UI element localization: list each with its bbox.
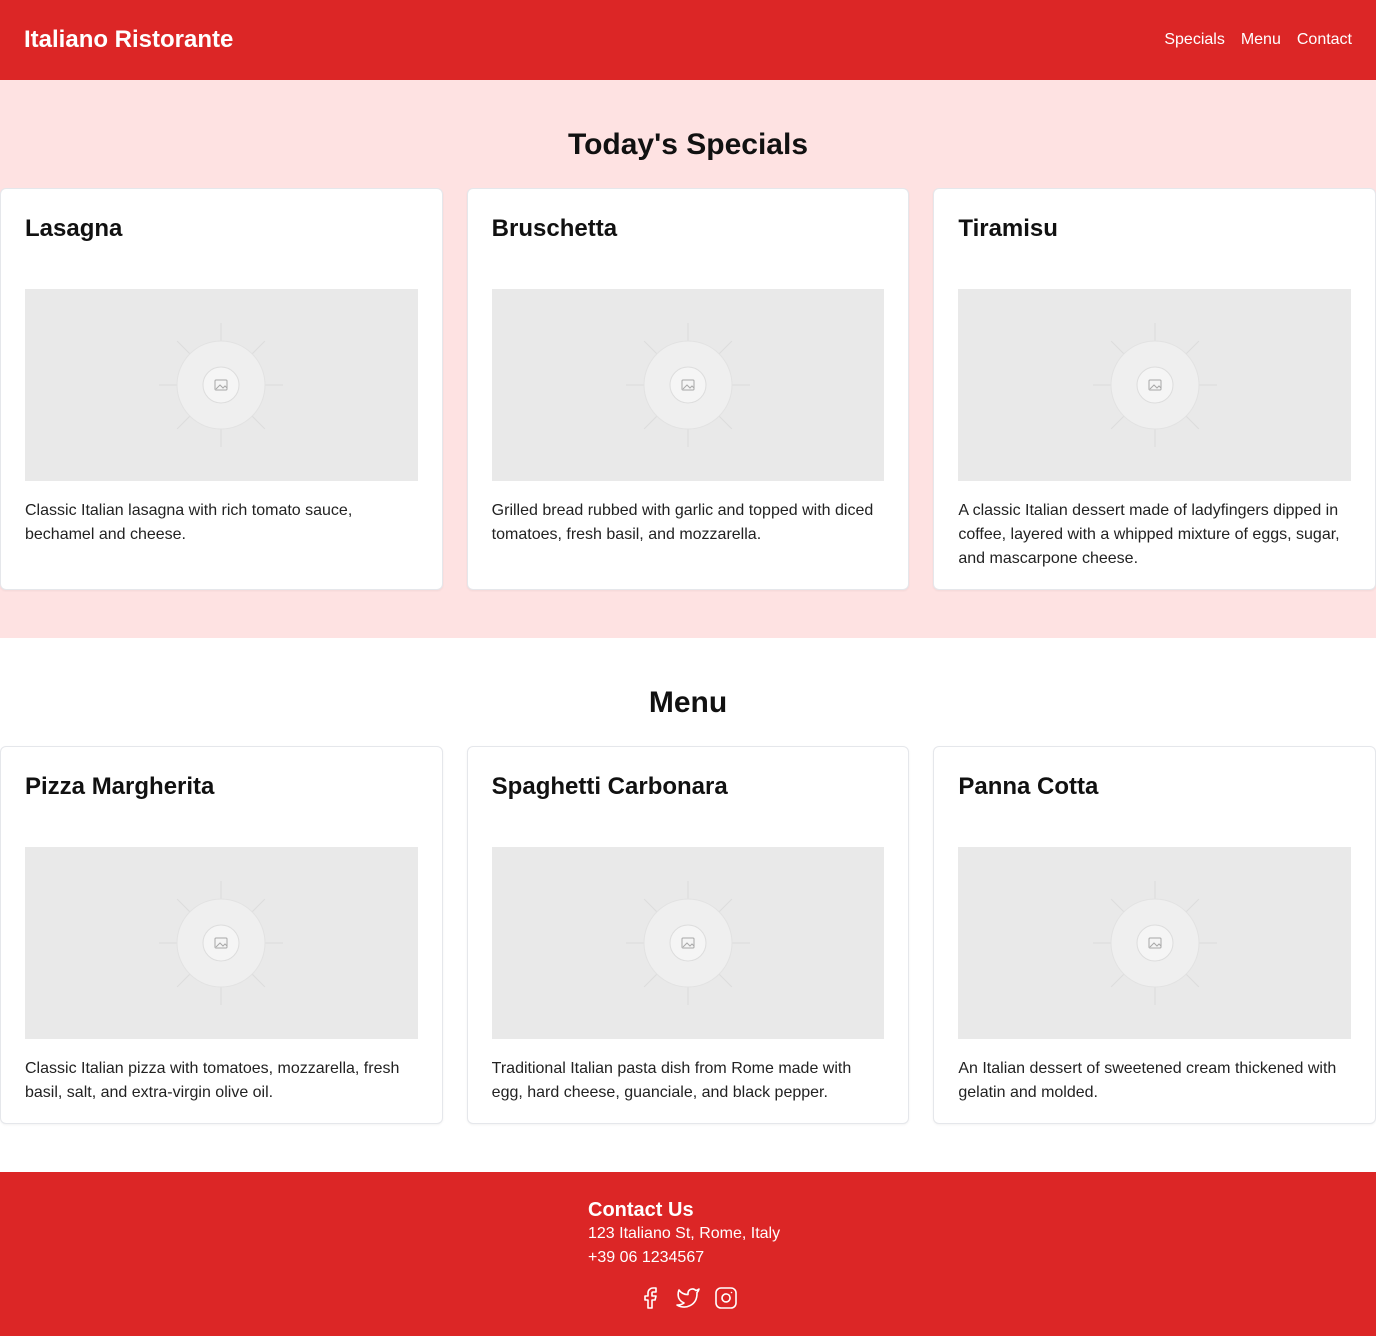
specials-section: Today's Specials Lasagna Classic Italian… (0, 80, 1376, 638)
image-icon (626, 881, 750, 1005)
main-nav: Specials Menu Contact (1164, 31, 1352, 49)
card-description: Classic Italian pizza with tomatoes, moz… (25, 1060, 400, 1101)
special-card: Tiramisu A classic Italian dessert made … (933, 188, 1376, 590)
image-icon (1092, 323, 1217, 447)
card-title: Bruschetta (491, 215, 618, 242)
nav-link-contact[interactable]: Contact (1297, 31, 1352, 49)
card-description: Classic Italian lasagna with rich tomato… (25, 502, 353, 543)
brand-logo[interactable]: Italiano Ristorante (24, 26, 233, 54)
twitter-icon[interactable] (676, 1286, 700, 1310)
nav-link-menu[interactable]: Menu (1241, 31, 1281, 49)
special-card: Bruschetta Grilled bread rubbed with gar… (466, 188, 910, 590)
specials-cards: Lasagna Classic Italian lasagna with ric… (0, 188, 1376, 590)
card-title: Spaghetti Carbonara (491, 773, 728, 800)
card-description: Grilled bread rubbed with garlic and top… (491, 502, 874, 543)
menu-card: Pizza Margherita Classic Italian pizza w… (0, 746, 443, 1124)
facebook-icon[interactable] (638, 1286, 662, 1310)
image-placeholder (491, 847, 885, 1039)
footer-title: Contact Us (588, 1199, 694, 1221)
image-placeholder (25, 289, 418, 481)
menu-card: Panna Cotta An Italian dessert of sweete… (933, 746, 1376, 1124)
card-description: An Italian dessert of sweetened cream th… (958, 1060, 1337, 1101)
footer-phone: +39 06 1234567 (588, 1249, 705, 1266)
social-links (638, 1286, 738, 1310)
contact-block: Contact Us 123 Italiano St, Rome, Italy … (588, 1198, 788, 1270)
image-icon (1092, 881, 1217, 1005)
card-title: Tiramisu (958, 215, 1058, 242)
menu-card: Spaghetti Carbonara Traditional Italian … (466, 746, 910, 1124)
image-placeholder (958, 289, 1352, 481)
image-icon (159, 881, 284, 1005)
menu-cards: Pizza Margherita Classic Italian pizza w… (0, 746, 1376, 1124)
image-placeholder (491, 289, 885, 481)
instagram-icon[interactable] (714, 1286, 738, 1310)
nav-link-specials[interactable]: Specials (1164, 31, 1224, 49)
menu-title: Menu (648, 686, 728, 719)
card-title: Lasagna (25, 215, 123, 242)
image-placeholder (958, 847, 1352, 1039)
card-title: Panna Cotta (958, 773, 1099, 800)
card-description: A classic Italian dessert made of ladyfi… (958, 502, 1340, 567)
special-card: Lasagna Classic Italian lasagna with ric… (0, 188, 443, 590)
card-description: Traditional Italian pasta dish from Rome… (491, 1060, 852, 1101)
footer-address: 123 Italiano St, Rome, Italy (588, 1225, 781, 1242)
site-header: Italiano Ristorante Specials Menu Contac… (0, 0, 1376, 80)
specials-title: Today's Specials (567, 128, 808, 161)
image-icon (159, 323, 284, 447)
menu-section: Menu Pizza Margherita Classic Italian pi… (0, 638, 1376, 1172)
image-icon (626, 323, 750, 447)
site-footer: Contact Us 123 Italiano St, Rome, Italy … (0, 1172, 1376, 1336)
card-title: Pizza Margherita (25, 773, 215, 800)
image-placeholder (25, 847, 418, 1039)
